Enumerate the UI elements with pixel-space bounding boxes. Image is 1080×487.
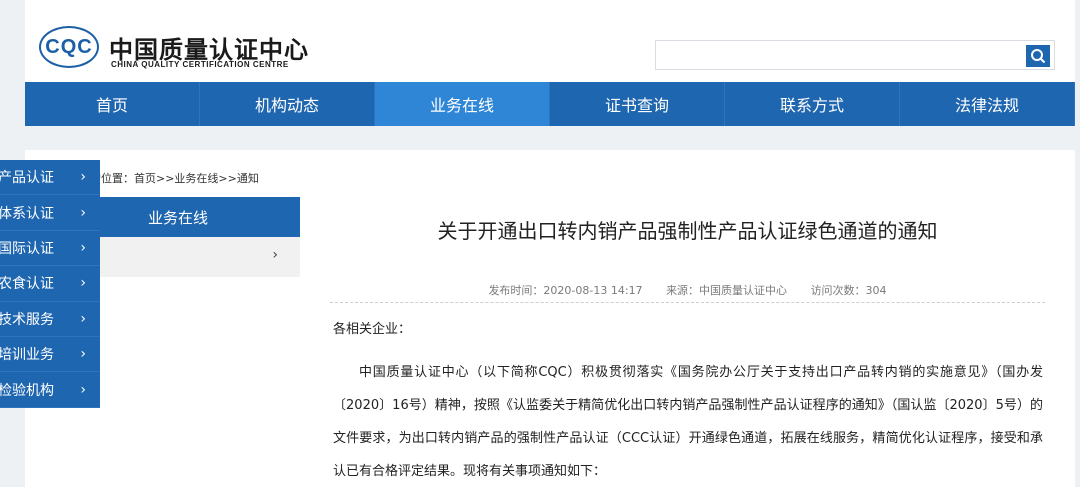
search-input[interactable]	[655, 40, 1055, 70]
chevron-right-icon: ›	[80, 275, 86, 292]
search-button[interactable]	[1026, 45, 1050, 67]
left-panel-header[interactable]: 业务在线	[100, 197, 300, 237]
main-nav: 首页 机构动态 业务在线 证书查询 联系方式 法律法规	[25, 82, 1075, 126]
side-item-tech-service[interactable]: 技术服务 ›	[0, 302, 100, 337]
visit-count: 访问次数：304	[810, 284, 887, 297]
org-name-en: CHINA QUALITY CERTIFICATION CENTRE	[111, 60, 289, 69]
side-menu: 产品认证 › 体系认证 › 国际认证 › 农食认证 › 技术服务 › 培训业务 › 检验机构…	[0, 160, 100, 408]
side-item-inspection[interactable]: 检验机构 ›	[0, 372, 100, 408]
publish-time: 发布时间：2020-08-13 14:17	[488, 284, 643, 297]
chevron-right-icon: ›	[80, 204, 86, 221]
side-item-label: 产品认证	[0, 170, 54, 187]
page: CQC 中国质量认证中心 CHINA QUALITY CERTIFICATION…	[0, 0, 1080, 487]
nav-item-certificate-query[interactable]: 证书查询	[550, 82, 725, 126]
chevron-right-icon: ›	[80, 346, 86, 363]
search-icon	[1031, 49, 1046, 64]
chevron-right-icon: ›	[272, 247, 278, 263]
side-item-label: 国际认证	[0, 240, 54, 257]
site-header: CQC 中国质量认证中心 CHINA QUALITY CERTIFICATION…	[25, 0, 1075, 82]
article-salutation: 各相关企业：	[333, 322, 412, 337]
side-item-product-cert[interactable]: 产品认证 ›	[0, 160, 100, 196]
side-item-label: 培训业务	[0, 347, 54, 364]
cqc-logo[interactable]: CQC	[39, 26, 99, 68]
chevron-right-icon: ›	[80, 381, 86, 398]
breadcrumb: 的位置：首页>>业务在线>>通知	[90, 172, 259, 185]
side-item-label: 技术服务	[0, 311, 54, 328]
nav-item-home[interactable]: 首页	[25, 82, 200, 126]
chevron-right-icon: ›	[80, 169, 86, 186]
left-panel-item[interactable]: ›	[100, 237, 300, 277]
side-item-system-cert[interactable]: 体系认证 ›	[0, 195, 100, 231]
article-meta: 发布时间：2020-08-13 14:17 来源：中国质量认证中心 访问次数：3…	[330, 282, 1045, 298]
nav-item-business-online[interactable]: 业务在线	[375, 82, 550, 126]
side-item-agri-food-cert[interactable]: 农食认证 ›	[0, 266, 100, 302]
article-source: 来源：中国质量认证中心	[666, 284, 788, 297]
article-paragraph: 中国质量认证中心（以下简称CQC）积极贯彻落实《国务院办公厅关于支持出口产品转内…	[333, 365, 1043, 479]
nav-item-news[interactable]: 机构动态	[200, 82, 375, 126]
chevron-right-icon: ›	[80, 310, 86, 327]
side-item-label: 体系认证	[0, 205, 54, 222]
article-title: 关于开通出口转内销产品强制性产品认证绿色通道的通知	[437, 219, 938, 243]
side-item-training[interactable]: 培训业务 ›	[0, 337, 100, 373]
side-item-label: 检验机构	[0, 382, 54, 399]
divider	[330, 302, 1045, 303]
nav-item-contact[interactable]: 联系方式	[725, 82, 900, 126]
side-item-intl-cert[interactable]: 国际认证 ›	[0, 231, 100, 267]
chevron-right-icon: ›	[80, 239, 86, 256]
side-item-label: 农食认证	[0, 276, 54, 293]
nav-item-laws[interactable]: 法律法规	[900, 82, 1075, 126]
